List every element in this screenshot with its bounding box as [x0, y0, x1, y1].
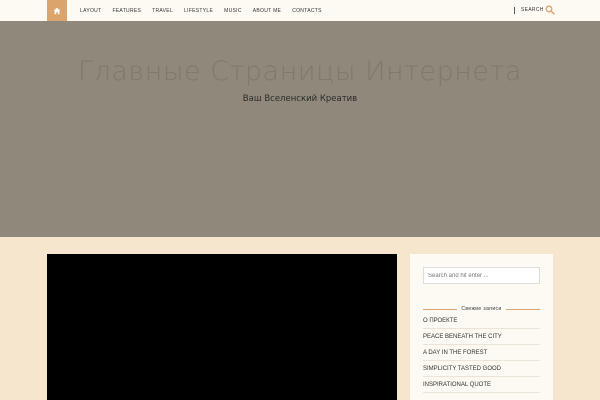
recent-post-link[interactable]: A DAY IN THE FOREST	[423, 345, 540, 361]
home-icon	[53, 7, 61, 14]
site-tagline: Ваш Вселенский Креатив	[242, 94, 358, 104]
nav-about-me[interactable]: ABOUT ME	[253, 8, 281, 14]
video-player[interactable]	[47, 254, 397, 400]
nav-music[interactable]: MUSIC	[224, 8, 242, 14]
recent-post-link[interactable]: О ПРОЕКТЕ	[423, 313, 540, 329]
recent-post-link[interactable]: SIMPLICITY TASTED GOOD	[423, 361, 540, 377]
recent-posts-title: Свежие записи	[423, 305, 540, 313]
recent-post-link[interactable]: INSPIRATIONAL QUOTE	[423, 377, 540, 393]
nav-contacts[interactable]: CONTACTS	[292, 8, 322, 14]
title-line-right	[505, 308, 540, 310]
site-title[interactable]: Главные Страницы Интернета	[0, 56, 600, 87]
top-bar: LAYOUT FEATURES TRAVEL LIFESTYLE MUSIC A…	[0, 0, 600, 21]
sidebar-search-input[interactable]	[423, 267, 540, 284]
search-icon[interactable]	[545, 5, 555, 15]
nav-travel[interactable]: TRAVEL	[152, 8, 173, 14]
recent-posts-heading: Свежие записи	[461, 306, 502, 312]
nav-divider	[514, 7, 515, 14]
site-header: Главные Страницы Интернета Ваш Вселенски…	[0, 21, 600, 237]
search-link[interactable]: SEARCH	[521, 0, 544, 21]
nav-features[interactable]: FEATURES	[112, 8, 141, 14]
home-button[interactable]	[47, 0, 67, 21]
nav-layout[interactable]: LAYOUT	[80, 8, 101, 14]
nav-lifestyle[interactable]: LIFESTYLE	[184, 8, 213, 14]
sidebar: Свежие записи О ПРОЕКТЕ PEACE BENEATH TH…	[410, 254, 553, 400]
recent-posts-list: О ПРОЕКТЕ PEACE BENEATH THE CITY A DAY I…	[423, 313, 540, 393]
main-nav: LAYOUT FEATURES TRAVEL LIFESTYLE MUSIC A…	[80, 0, 333, 21]
recent-post-link[interactable]: PEACE BENEATH THE CITY	[423, 329, 540, 345]
title-line-left	[423, 308, 458, 310]
